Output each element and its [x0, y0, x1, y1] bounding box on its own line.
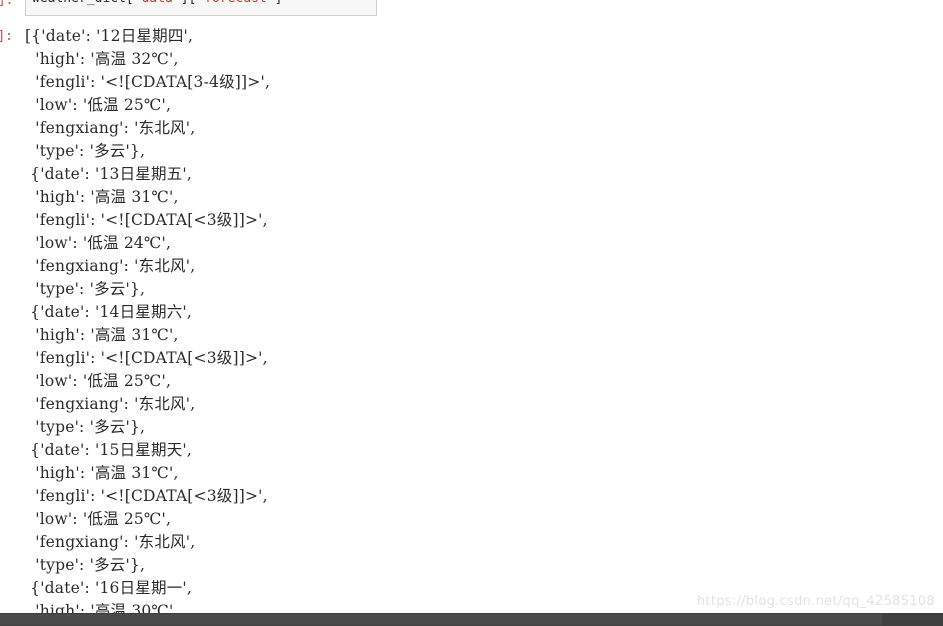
output-line: 'fengli': '<![CDATA[3-4级]]>', — [25, 73, 271, 91]
output-line: 'high': '高温 31℃', — [25, 464, 179, 482]
output-line: 'type': '多云'}, — [25, 556, 146, 574]
notebook-input-cell-row: 1]: weather_dict['data']['forecast'] — [0, 0, 943, 18]
notebook-output-cell-row: 2]: [{'date': '12日星期四', 'high': '高温 32℃'… — [0, 25, 943, 623]
code-editor-area[interactable]: weather_dict['data']['forecast'] — [25, 0, 377, 16]
output-line: 'high': '高温 31℃', — [25, 326, 179, 344]
output-line: 'low': '低温 25℃', — [25, 372, 172, 390]
output-line: 'high': '高温 31℃', — [25, 188, 179, 206]
output-line: 'fengxiang': '东北风', — [25, 119, 196, 137]
horizontal-scrollbar-thumb[interactable] — [0, 614, 882, 625]
output-line: 'fengli': '<![CDATA[<3级]]>', — [25, 487, 268, 505]
output-line: 'fengxiang': '东北风', — [25, 395, 196, 413]
output-line: 'type': '多云'}, — [25, 280, 146, 298]
csdn-watermark: https://blog.csdn.net/qq_42585108 — [696, 594, 935, 609]
output-line: [{'date': '12日星期四', — [25, 27, 194, 45]
output-line: 'type': '多云'}, — [25, 142, 146, 160]
output-text-block: [{'date': '12日星期四', 'high': '高温 32℃', 'f… — [25, 25, 943, 623]
code-token-string-forecast: 'forecast' — [196, 0, 274, 6]
output-line: 'high': '高温 32℃', — [25, 50, 179, 68]
output-line: 'fengxiang': '东北风', — [25, 257, 196, 275]
output-line: 'low': '低温 25℃', — [25, 510, 172, 528]
code-token-string-data: 'data' — [134, 0, 181, 6]
output-line: 'low': '低温 25℃', — [25, 96, 172, 114]
output-line: {'date': '13日星期五', — [25, 165, 192, 183]
code-token-bracket-end: ] — [275, 0, 283, 6]
code-token-bracket-mid: ][ — [181, 0, 197, 6]
output-prompt-label: 2]: — [0, 29, 13, 44]
code-line: weather_dict['data']['forecast'] — [32, 0, 370, 6]
output-line: 'low': '低温 24℃', — [25, 234, 172, 252]
output-line: 'fengli': '<![CDATA[<3级]]>', — [25, 211, 268, 229]
input-prompt-label: 1]: — [0, 0, 14, 8]
output-line: 'fengxiang': '东北风', — [25, 533, 196, 551]
output-line: {'date': '15日星期天', — [25, 441, 192, 459]
output-line: 'fengli': '<![CDATA[<3级]]>', — [25, 349, 268, 367]
output-line: 'type': '多云'}, — [25, 418, 146, 436]
horizontal-scrollbar-track[interactable] — [0, 613, 943, 626]
code-token-variable: weather_dict[ — [32, 0, 134, 6]
output-line: {'date': '14日星期六', — [25, 303, 192, 321]
